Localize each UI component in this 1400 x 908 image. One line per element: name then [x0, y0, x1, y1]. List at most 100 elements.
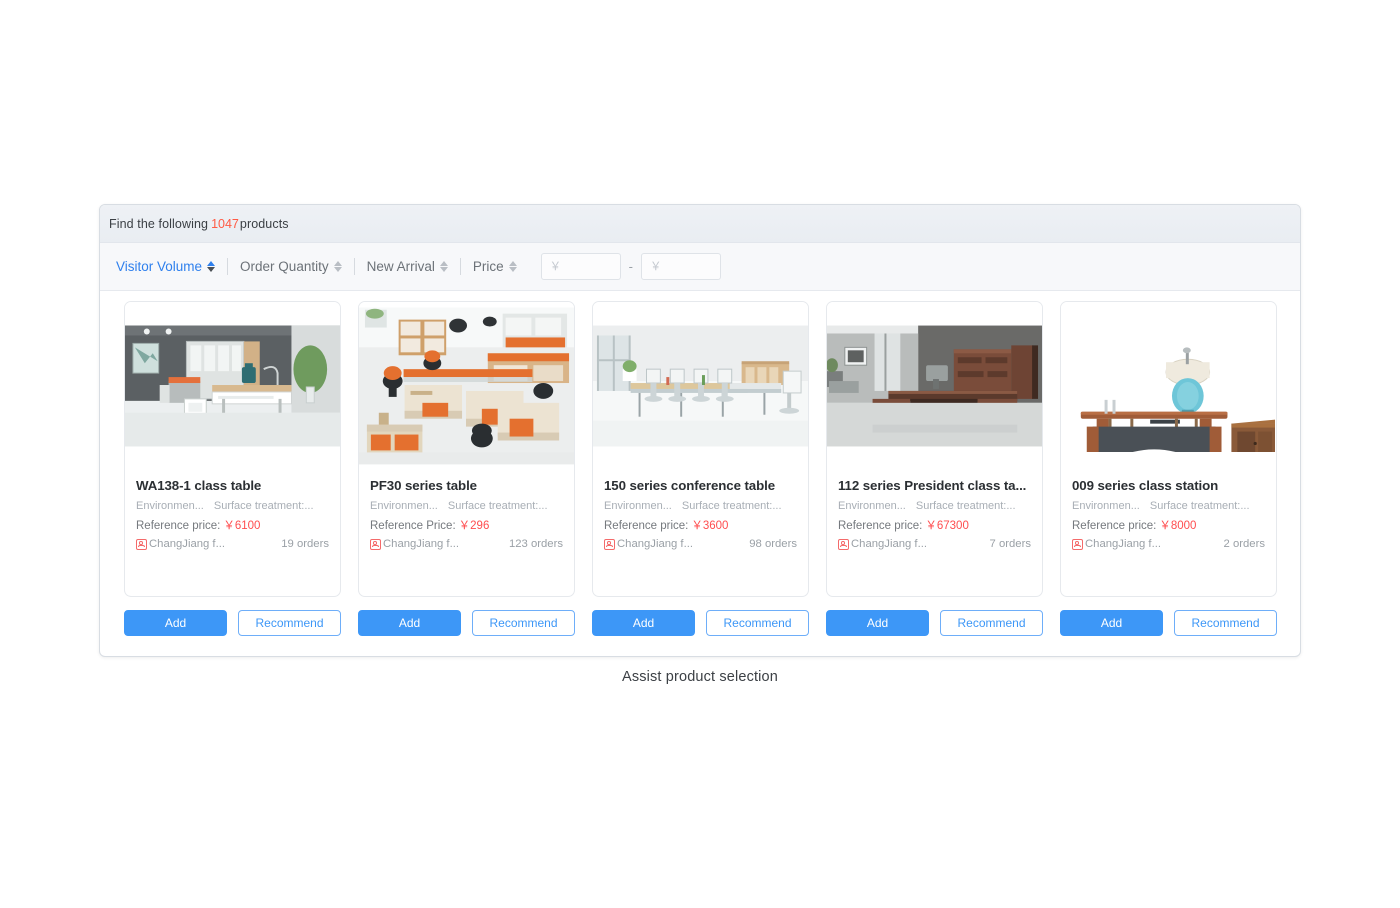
product-info: WA138-1 class table Environmen... Surfac… [125, 470, 340, 596]
shop-icon [136, 538, 147, 550]
product-price-line: Reference price: ￥6100 [136, 517, 329, 533]
product-shop-name: ChangJiang f... [149, 538, 225, 550]
product-info: 009 series class station Environmen... S… [1061, 470, 1276, 596]
product-card-wrapper: 112 series President class ta... Environ… [826, 301, 1043, 636]
product-title: 009 series class station [1072, 478, 1219, 493]
product-attr-surface: Surface treatment:... [213, 500, 314, 512]
product-orders: 7 orders [989, 538, 1031, 550]
figure-caption: Assist product selection [622, 669, 778, 685]
product-card[interactable]: PF30 series table Environmen... Surface … [358, 301, 575, 597]
product-card-wrapper: WA138-1 class table Environmen... Surfac… [124, 301, 341, 636]
filter-divider [459, 258, 461, 275]
product-shop-line: ChangJiang f... 7 orders [838, 538, 1031, 550]
product-image-4 [827, 302, 1042, 470]
recommend-button[interactable]: Recommend [706, 610, 809, 636]
product-attr-environment: Environmen... [604, 500, 672, 512]
product-orders: 123 orders [508, 538, 563, 550]
screen: Find the following 1047 products Visitor … [0, 0, 1400, 908]
product-attr-environment: Environmen... [370, 500, 438, 512]
product-grid: WA138-1 class table Environmen... Surfac… [100, 291, 1300, 636]
recommend-button[interactable]: Recommend [238, 610, 341, 636]
product-shop-name: ChangJiang f... [383, 538, 459, 550]
add-button[interactable]: Add [592, 610, 695, 636]
product-attr-surface: Surface treatment:... [1149, 500, 1250, 512]
caret-down-icon [207, 267, 216, 273]
product-attributes: Environmen... Surface treatment:... [136, 500, 329, 512]
card-actions: Add Recommend [1060, 610, 1277, 636]
shop-icon [604, 538, 615, 550]
recommend-button[interactable]: Recommend [1174, 610, 1277, 636]
filter-order-quantity[interactable]: Order Quantity [240, 259, 352, 274]
filter-divider [353, 258, 355, 275]
product-shop-line: ChangJiang f... 19 orders [136, 538, 329, 550]
product-image-2 [359, 302, 574, 470]
results-header: Find the following 1047 products [100, 205, 1300, 243]
product-image-3 [593, 302, 808, 470]
card-actions: Add Recommend [826, 610, 1043, 636]
product-shop-name: ChangJiang f... [617, 538, 693, 550]
caret-up-icon [207, 260, 216, 266]
product-shop[interactable]: ChangJiang f... [136, 538, 225, 550]
recommend-button[interactable]: Recommend [940, 610, 1043, 636]
product-attributes: Environmen... Surface treatment:... [1072, 500, 1265, 512]
product-card[interactable]: 150 series conference table Environmen..… [592, 301, 809, 597]
product-price-label: Reference price: [604, 520, 689, 532]
product-info: 150 series conference table Environmen..… [593, 470, 808, 596]
product-price-line: Reference price: ￥8000 [1072, 517, 1265, 533]
price-max-input[interactable] [640, 253, 721, 280]
product-shop[interactable]: ChangJiang f... [838, 538, 927, 550]
shop-icon [370, 538, 381, 550]
product-card[interactable]: 112 series President class ta... Environ… [826, 301, 1043, 597]
card-actions: Add Recommend [358, 610, 575, 636]
product-price-value: ￥3600 [691, 520, 729, 532]
card-actions: Add Recommend [124, 610, 341, 636]
card-actions: Add Recommend [592, 610, 809, 636]
add-button[interactable]: Add [1060, 610, 1163, 636]
product-attr-surface: Surface treatment:... [681, 500, 782, 512]
filter-price[interactable]: Price [473, 259, 527, 274]
sort-arrows-icon[interactable] [333, 260, 342, 273]
product-card[interactable]: WA138-1 class table Environmen... Surfac… [124, 301, 341, 597]
caret-down-icon [439, 267, 448, 273]
product-price-line: Reference price: ￥3600 [604, 517, 797, 533]
product-attributes: Environmen... Surface treatment:... [370, 500, 563, 512]
product-card[interactable]: 009 series class station Environmen... S… [1060, 301, 1277, 597]
product-attr-environment: Environmen... [838, 500, 906, 512]
sort-arrows-icon[interactable] [207, 260, 216, 273]
product-price-label: Reference price: [136, 520, 221, 532]
price-min-input[interactable] [540, 253, 621, 280]
caret-up-icon [439, 260, 448, 266]
product-attributes: Environmen... Surface treatment:... [604, 500, 797, 512]
product-price-label: Reference price: [838, 520, 923, 532]
product-shop-line: ChangJiang f... 2 orders [1072, 538, 1265, 550]
product-price-value: ￥296 [458, 520, 490, 532]
results-prefix-label: Find the following [109, 216, 209, 231]
filter-new-arrival[interactable]: New Arrival [367, 259, 458, 274]
sort-arrows-icon[interactable] [508, 260, 517, 273]
product-shop-name: ChangJiang f... [851, 538, 927, 550]
price-range-separator: - [628, 259, 633, 274]
recommend-button[interactable]: Recommend [472, 610, 575, 636]
product-shop-line: ChangJiang f... 98 orders [604, 538, 797, 550]
filter-visitor-volume[interactable]: Visitor Volume [116, 259, 225, 274]
product-shop[interactable]: ChangJiang f... [604, 538, 693, 550]
product-title: 112 series President class ta... [838, 478, 1027, 493]
filter-visitor-volume-label: Visitor Volume [116, 259, 203, 274]
product-orders: 2 orders [1223, 538, 1265, 550]
caret-down-icon [508, 267, 517, 273]
add-button[interactable]: Add [124, 610, 227, 636]
sort-arrows-icon[interactable] [439, 260, 448, 273]
add-button[interactable]: Add [826, 610, 929, 636]
add-button[interactable]: Add [358, 610, 461, 636]
product-attr-environment: Environmen... [1072, 500, 1140, 512]
filter-bar: Visitor Volume Order Quantity New Arriva… [100, 243, 1300, 291]
filter-new-arrival-label: New Arrival [366, 259, 435, 274]
product-title: PF30 series table [370, 478, 477, 493]
product-shop[interactable]: ChangJiang f... [370, 538, 459, 550]
product-shop[interactable]: ChangJiang f... [1072, 538, 1161, 550]
results-count: 1047 [211, 216, 239, 231]
product-price-value: ￥8000 [1159, 520, 1197, 532]
product-shop-line: ChangJiang f... 123 orders [370, 538, 563, 550]
product-title: 150 series conference table [604, 478, 775, 493]
product-attr-surface: Surface treatment:... [915, 500, 1016, 512]
